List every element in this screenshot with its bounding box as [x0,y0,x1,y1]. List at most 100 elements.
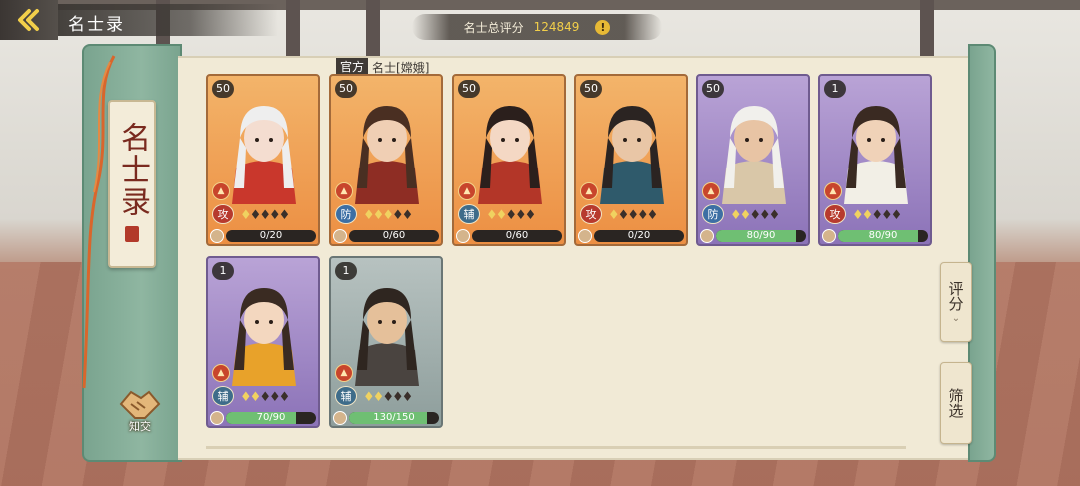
star-empty-icon: ♦ [871,208,883,223]
info-icon[interactable]: ! [595,19,611,35]
fire-element-icon: ▲ [824,182,842,200]
progress-text: 0/60 [505,230,529,241]
star-rating: ♦♦♦♦♦ [363,208,413,223]
progress-text: 80/90 [868,230,898,241]
total-score-bar: 名士总评分 124849 ! [412,14,662,40]
progress-track: 0/60 [472,230,562,242]
level-badge: 1 [824,80,846,98]
shard-progress: 0/20 [210,228,316,244]
character-card[interactable]: 1 ▲ 攻 ♦♦♦♦♦ 80/90 [818,74,932,246]
progress-text: 130/150 [373,412,415,423]
fire-element-icon: ▲ [458,182,476,200]
star-filled-icon: ♦ [739,208,752,223]
fire-element-icon: ▲ [212,182,230,200]
character-card[interactable]: 50 ▲ 防 ♦♦♦♦♦ 80/90 [696,74,810,246]
fire-element-icon: ▲ [335,182,353,200]
role-badge: 辅 [458,204,480,224]
zhijiao-button[interactable]: 知交 [112,384,168,442]
star-rating: ♦♦♦♦♦ [363,390,414,405]
star-empty-icon: ♦ [268,208,281,223]
star-empty-icon: ♦ [627,208,639,223]
star-empty-icon: ♦ [391,390,404,405]
star-empty-icon: ♦ [890,208,903,223]
level-badge: 50 [702,80,724,98]
shard-avatar-icon [333,229,347,243]
fire-element-icon: ▲ [335,364,353,382]
shard-avatar-icon [456,229,470,243]
star-filled-icon: ♦ [240,390,252,405]
star-empty-icon: ♦ [880,208,893,223]
character-portrait [355,288,419,386]
star-empty-icon: ♦ [401,390,414,405]
star-empty-icon: ♦ [617,208,630,223]
chevron-down-icon: ⌄ [951,312,961,324]
fire-element-icon: ▲ [212,364,230,382]
back-button[interactable] [0,0,58,40]
star-filled-icon: ♦ [861,208,874,223]
character-portrait [478,106,542,204]
progress-track: 80/90 [838,230,928,242]
shard-avatar-icon [333,411,347,425]
character-portrait [232,106,296,204]
role-badge: 防 [702,204,724,224]
level-badge: 1 [212,262,234,280]
level-badge: 50 [212,80,234,98]
star-empty-icon: ♦ [505,208,517,223]
character-card[interactable]: 50 ▲ 攻 ♦♦♦♦♦ 0/20 [206,74,320,246]
star-empty-icon: ♦ [278,208,291,223]
shard-avatar-icon [210,411,224,425]
progress-track: 0/20 [226,230,316,242]
level-badge: 50 [580,80,602,98]
character-card[interactable]: 50 ▲ 攻 ♦♦♦♦♦ 0/20 [574,74,688,246]
shard-progress: 80/90 [822,228,928,244]
star-rating: ♦♦♦♦♦ [730,208,780,223]
star-empty-icon: ♦ [646,208,659,223]
character-portrait [844,106,908,204]
progress-track: 70/90 [226,412,316,424]
star-filled-icon: ♦ [240,208,252,223]
star-filled-icon: ♦ [608,208,620,223]
star-empty-icon: ♦ [382,390,394,405]
role-badge: 防 [335,204,357,224]
star-empty-icon: ♦ [391,208,404,223]
shard-avatar-icon [822,229,836,243]
progress-track: 80/90 [716,230,806,242]
character-card[interactable]: 1 ▲ 辅 ♦♦♦♦♦ 130/150 [329,256,443,428]
filter-label: 筛选 [946,388,965,418]
zhijiao-label: 知交 [129,420,151,433]
shard-progress: 0/60 [456,228,562,244]
back-arrow-icon [18,9,39,31]
star-empty-icon: ♦ [524,208,537,223]
character-card[interactable]: 50 ▲ 防 ♦♦♦♦♦ 0/60 [329,74,443,246]
star-filled-icon: ♦ [486,208,498,223]
sort-by-score-label: 评分 [946,280,965,311]
star-empty-icon: ♦ [514,208,527,223]
progress-track: 130/150 [349,412,439,424]
star-filled-icon: ♦ [495,208,508,223]
character-card[interactable]: 1 ▲ 辅 ♦♦♦♦♦ 70/90 [206,256,320,428]
star-filled-icon: ♦ [852,208,864,223]
character-portrait [600,106,664,204]
role-badge: 攻 [580,204,602,224]
star-empty-icon: ♦ [749,208,761,223]
star-empty-icon: ♦ [278,390,291,405]
filter-tag-name: 名士[嫦娥] [370,58,432,76]
star-rating: ♦♦♦♦♦ [608,208,659,223]
character-portrait [232,288,296,386]
star-empty-icon: ♦ [259,390,271,405]
progress-track: 0/20 [594,230,684,242]
sort-by-score-button[interactable]: 评分 ⌄ [940,262,972,342]
character-portrait [722,106,786,204]
role-badge: 辅 [212,386,234,406]
filter-button[interactable]: 筛选 [940,362,972,444]
star-filled-icon: ♦ [249,390,262,405]
star-filled-icon: ♦ [363,208,375,223]
character-card[interactable]: 50 ▲ 辅 ♦♦♦♦♦ 0/60 [452,74,566,246]
star-rating: ♦♦♦♦♦ [240,390,291,405]
fire-element-icon: ▲ [580,182,598,200]
star-rating: ♦♦♦♦♦ [486,208,537,223]
shard-avatar-icon [700,229,714,243]
star-empty-icon: ♦ [636,208,649,223]
shard-progress: 0/60 [333,228,439,244]
star-empty-icon: ♦ [249,208,262,223]
